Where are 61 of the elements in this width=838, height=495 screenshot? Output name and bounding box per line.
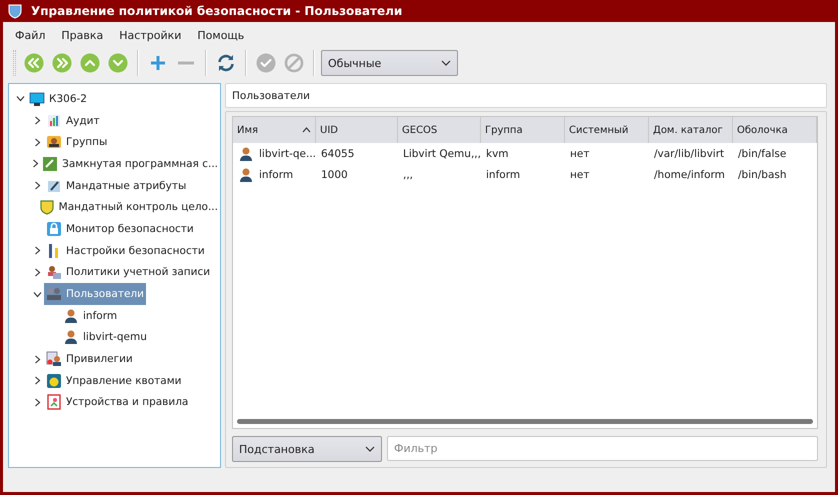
monitor-icon (29, 90, 45, 107)
refresh-icon (216, 53, 236, 73)
menu-item[interactable]: Файл (7, 29, 54, 42)
shield-icon (7, 3, 23, 19)
table-cell-text: 1000 (320, 168, 349, 182)
column-header[interactable]: Имя (233, 117, 316, 143)
tree-item[interactable]: Аудит (44, 110, 102, 132)
table-cell-text: kvm (485, 146, 510, 162)
column-header[interactable]: Дом. каталог (649, 117, 733, 143)
plus-icon (149, 54, 167, 72)
lock-icon (46, 220, 62, 237)
tree-item[interactable]: Привилегии (44, 348, 135, 370)
table-cell-text: ,,, (402, 168, 414, 182)
tree-item[interactable]: Устройства и правила (44, 392, 190, 414)
minus-icon (177, 61, 195, 65)
user-icon (238, 146, 254, 162)
tree-item[interactable]: К306-2 (27, 88, 89, 110)
column-header[interactable]: Оболочка (733, 117, 817, 143)
shield-icon (38, 199, 55, 216)
table-cell-text: нет (569, 146, 590, 162)
tree-item[interactable]: Замкнутая программная с... (40, 153, 220, 175)
table-cell-text: /home/inform (653, 168, 726, 182)
table-cell-text: /bin/false (737, 146, 788, 162)
menu-item[interactable]: Помощь (189, 29, 252, 42)
tree-item[interactable]: Политики учетной записи (44, 262, 212, 284)
tree-item[interactable]: Настройки безопасности (44, 240, 207, 262)
column-header[interactable]: GECOS (398, 117, 481, 143)
user-icon (63, 308, 79, 324)
tree-item[interactable]: Монитор безопасности (44, 218, 196, 240)
tree-item[interactable]: Группы (44, 131, 110, 154)
tree-item[interactable]: inform (61, 304, 120, 327)
table-cell-text: 64055 (320, 146, 356, 162)
column-header[interactable]: Группа (481, 117, 565, 143)
table-cell-text: inform (485, 168, 522, 182)
table-cell: inform (233, 164, 316, 185)
filter-field[interactable]: Фильтр (387, 436, 818, 461)
window-title: Управление политикой безопасности - Пользователи (31, 4, 402, 18)
cancel-icon (284, 53, 304, 73)
user-icon (238, 166, 254, 182)
tree-item[interactable]: libvirt-qemu (61, 326, 149, 348)
user-icon (63, 329, 79, 346)
mode-dropdown[interactable]: Обычные (321, 50, 458, 76)
tree-item[interactable]: Мандатный контроль цело... (36, 196, 220, 218)
table-cell-text: /var/lib/libvirt (653, 146, 726, 162)
check-icon (256, 53, 276, 73)
table-cell-text: Libvirt Qemu,,, (402, 146, 481, 162)
table-cell-text: нет (569, 168, 590, 182)
scrollbar[interactable] (237, 419, 813, 424)
column-header[interactable]: Системный (565, 117, 649, 143)
column-header[interactable]: UID (316, 117, 398, 143)
search-mode-dropdown[interactable]: Подстановка (232, 436, 382, 462)
menu-item[interactable]: Правка (53, 29, 112, 42)
table-cell: libvirt-qe... (233, 143, 316, 164)
users-icon (46, 286, 62, 302)
tree-item[interactable]: Управление квотами (44, 370, 184, 392)
chart-icon (46, 112, 62, 129)
menu-item[interactable]: Настройки (111, 29, 190, 42)
tree-item[interactable]: Мандатные атрибуты (44, 174, 188, 196)
group-icon (46, 134, 62, 150)
section-title: Пользователи (225, 83, 827, 108)
table-cell-text: /bin/bash (737, 168, 788, 182)
